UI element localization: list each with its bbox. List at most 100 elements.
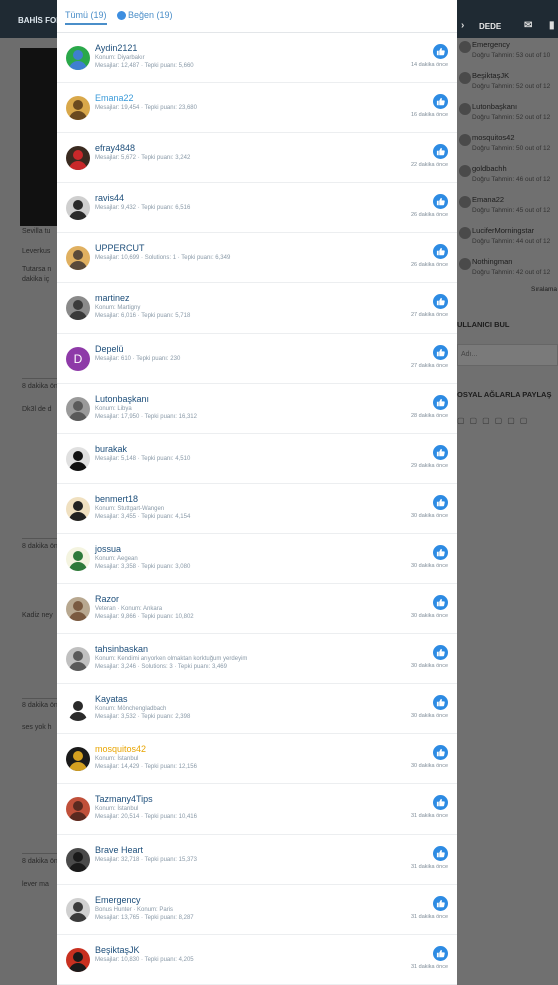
bell-icon[interactable]: ▮ bbox=[549, 20, 555, 31]
avatar bbox=[459, 165, 471, 177]
user-stats: Mesajlar: 3,358 · Tepki puanı: 3,080 bbox=[95, 563, 191, 570]
avatar[interactable] bbox=[66, 196, 90, 221]
avatar[interactable] bbox=[66, 246, 90, 271]
username-link[interactable]: burakak bbox=[95, 444, 127, 454]
username-link[interactable]: Depelü bbox=[95, 344, 124, 354]
reaction-time: 30 dakika önce bbox=[411, 763, 448, 770]
avatar[interactable] bbox=[66, 446, 90, 471]
sidebar-leader-row[interactable]: Nothingman Doğru Tahmin: 42 out of 12 bbox=[457, 255, 558, 285]
avatar bbox=[459, 258, 471, 270]
user-stats: Mesajlar: 32,718 · Tepki puanı: 15,373 bbox=[95, 856, 197, 863]
avatar[interactable] bbox=[66, 947, 90, 972]
avatar[interactable]: D bbox=[66, 346, 90, 371]
username-link[interactable]: Emana22 bbox=[95, 93, 134, 103]
post-text: Sevilla tu bbox=[22, 228, 51, 235]
avatar-head bbox=[73, 601, 83, 612]
avatar[interactable] bbox=[66, 697, 90, 722]
username-link[interactable]: martinez bbox=[95, 293, 130, 303]
like-reaction-icon bbox=[433, 695, 448, 711]
avatar-head bbox=[73, 651, 83, 662]
username-link[interactable]: ravis44 bbox=[95, 193, 124, 203]
username-link[interactable]: mosquitos42 bbox=[95, 744, 146, 754]
avatar-body bbox=[69, 511, 87, 521]
tab-like[interactable]: Beğen (19) bbox=[117, 10, 173, 21]
sidebar-user-name: mosquitos42 bbox=[472, 133, 515, 142]
user-name: DEDE bbox=[479, 22, 502, 31]
username-link[interactable]: Brave Heart bbox=[95, 845, 143, 855]
avatar-head bbox=[73, 200, 83, 211]
reaction-row: Lutonbaşkanı Konum: Libya Mesajlar: 17,950… bbox=[57, 384, 457, 434]
reaction-row: mosquitos42 Konum: İstanbul Mesajlar: 14,4… bbox=[57, 734, 457, 785]
avatar[interactable] bbox=[66, 146, 90, 171]
user-stats: Mesajlar: 14,429 · Tepki puanı: 12,156 bbox=[95, 764, 197, 771]
avatar bbox=[459, 134, 471, 146]
sidebar-leader-row[interactable]: mosquitos42 Doğru Tahmin: 50 out of 12 bbox=[457, 131, 558, 161]
mail-icon[interactable]: ✉ bbox=[524, 20, 532, 31]
sidebar-leader-row[interactable]: Lutonbaşkanı Doğru Tahmin: 52 out of 12 bbox=[457, 100, 558, 130]
username-link[interactable]: Aydin2121 bbox=[95, 43, 137, 53]
avatar[interactable] bbox=[66, 597, 90, 622]
user-title-location: Konum: Martigny bbox=[95, 305, 141, 312]
avatar[interactable] bbox=[66, 96, 90, 121]
avatar-head bbox=[73, 300, 83, 311]
user-stats: Mesajlar: 3,455 · Tepki puanı: 4,154 bbox=[95, 513, 191, 520]
like-reaction-icon bbox=[433, 494, 448, 510]
sidebar-leader-row[interactable]: LuciferMorningstar Doğru Tahmin: 44 out o… bbox=[457, 224, 558, 254]
like-reaction-icon bbox=[433, 344, 448, 360]
share-icons[interactable]: ▢▢▢▢▢▢ bbox=[457, 416, 532, 425]
user-stats: Mesajlar: 17,950 · Tepki puanı: 16,312 bbox=[95, 413, 197, 420]
reaction-time: 30 dakika önce bbox=[411, 663, 448, 670]
avatar[interactable] bbox=[66, 647, 90, 672]
avatar bbox=[459, 41, 471, 53]
like-reaction-icon bbox=[433, 795, 448, 811]
avatar[interactable] bbox=[66, 897, 90, 922]
username-link[interactable]: Razor bbox=[95, 594, 119, 604]
username-link[interactable]: Kayatas bbox=[95, 694, 128, 704]
avatar[interactable] bbox=[66, 546, 90, 571]
sidebar-user-name: Lutonbaşkanı bbox=[472, 102, 518, 111]
sidebar-user-stat: Doğru Tahmin: 42 out of 12 bbox=[472, 269, 551, 276]
tab-all[interactable]: Tümü (19) bbox=[65, 10, 107, 25]
user-title-location: Konum: Aegean bbox=[95, 555, 138, 562]
username-link[interactable]: Emergency bbox=[95, 895, 141, 905]
ranking-link[interactable]: Sıralama bbox=[531, 286, 557, 293]
avatar[interactable] bbox=[66, 496, 90, 521]
post-meta: 8 dakika ön bbox=[22, 702, 58, 709]
username-link[interactable]: efray4848 bbox=[95, 143, 135, 153]
username-link[interactable]: benmert18 bbox=[95, 494, 138, 504]
avatar[interactable] bbox=[66, 797, 90, 822]
sidebar-leader-row[interactable]: Emana22 Doğru Tahmin: 45 out of 12 bbox=[457, 193, 558, 223]
user-title-location: Konum: İstanbul bbox=[95, 756, 139, 763]
sidebar-leader-row[interactable]: goldbachh Doğru Tahmin: 46 out of 12 bbox=[457, 162, 558, 192]
sidebar-leader-row[interactable]: Emergency Doğru Tahmin: 53 out of 10 bbox=[457, 38, 558, 68]
avatar[interactable] bbox=[66, 847, 90, 872]
avatar-head bbox=[73, 851, 83, 862]
username-link[interactable]: BeşiktaşJK bbox=[95, 945, 140, 955]
post-text: lever ma bbox=[22, 881, 49, 888]
avatar-head bbox=[73, 50, 83, 60]
avatar[interactable] bbox=[66, 46, 90, 70]
reaction-row: Razor Veteran · Konum: Ankara Mesajlar: 9,… bbox=[57, 584, 457, 635]
user-stats: Mesajlar: 9,432 · Tepki puanı: 6,516 bbox=[95, 205, 191, 212]
avatar-body bbox=[69, 161, 87, 171]
username-link[interactable]: tahsinbaskan bbox=[95, 644, 148, 654]
like-reaction-icon bbox=[433, 144, 448, 160]
avatar[interactable] bbox=[66, 396, 90, 421]
avatar[interactable] bbox=[66, 747, 90, 772]
username-link[interactable]: Lutonbaşkanı bbox=[95, 394, 149, 404]
avatar-head bbox=[73, 500, 83, 511]
user-stats: Mesajlar: 9,866 · Tepki puanı: 10,802 bbox=[95, 614, 194, 621]
sidebar-leader-row[interactable]: BeşiktaşJK Doğru Tahmin: 52 out of 12 bbox=[457, 69, 558, 99]
avatar[interactable] bbox=[66, 296, 90, 321]
sidebar-user-stat: Doğru Tahmin: 45 out of 12 bbox=[472, 207, 551, 214]
username-link[interactable]: Tazmany4Tips bbox=[95, 794, 153, 804]
find-user-heading: ULLANICI BUL bbox=[457, 320, 510, 329]
reaction-time: 26 dakika önce bbox=[411, 262, 448, 269]
user-stats: Mesajlar: 3,246 · Solutions: 3 · Tepki p… bbox=[95, 664, 227, 671]
username-link[interactable]: UPPERCUT bbox=[95, 243, 145, 253]
user-stats: Mesajlar: 20,514 · Tepki puanı: 10,416 bbox=[95, 814, 197, 821]
like-reaction-icon bbox=[433, 44, 448, 59]
avatar-head bbox=[73, 801, 83, 812]
username-input[interactable]: Adı... bbox=[457, 344, 558, 366]
username-link[interactable]: jossua bbox=[95, 544, 121, 554]
